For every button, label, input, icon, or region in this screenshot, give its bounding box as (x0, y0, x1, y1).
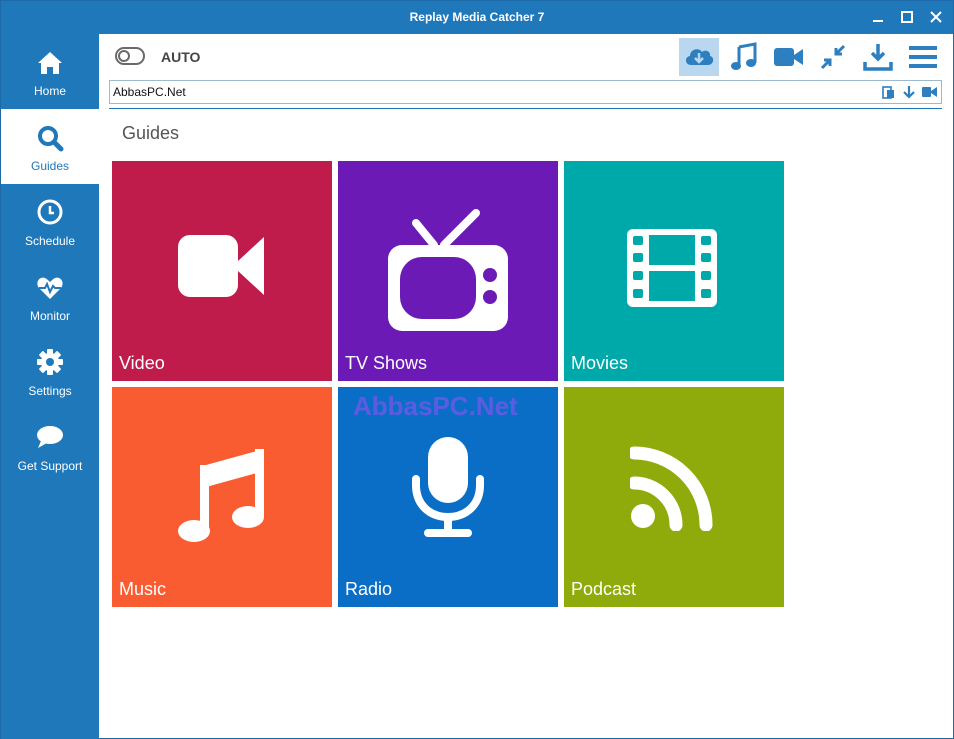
title-bar: Replay Media Catcher 7 (1, 1, 953, 34)
tile-video[interactable]: Video (112, 161, 332, 381)
watermark-text: AbbasPC.Net (353, 391, 518, 421)
sidebar-item-label: Guides (30, 159, 70, 173)
tile-tv-shows[interactable]: TV Shows (338, 161, 558, 381)
sidebar-item-label: Home (33, 84, 66, 98)
tile-music[interactable]: Music (112, 387, 332, 607)
tile-label: Video (119, 353, 165, 373)
window-title: Replay Media Catcher 7 (409, 10, 545, 24)
sidebar-item-label: Get Support (17, 459, 83, 473)
paste-button[interactable] (881, 84, 897, 100)
music-note-icon (731, 42, 757, 70)
sidebar-item-label: Settings (28, 384, 72, 398)
rss-icon (630, 446, 713, 531)
chat-icon (37, 426, 63, 448)
minimize-icon (873, 20, 883, 22)
download-button[interactable] (858, 38, 898, 76)
sidebar-item-label: Monitor (29, 309, 70, 323)
maximize-button[interactable] (894, 5, 920, 29)
clock-icon (37, 199, 63, 225)
tile-label: Music (119, 579, 167, 599)
video-button[interactable] (769, 38, 809, 76)
toolbar: AUTO (99, 34, 953, 79)
video-camera-icon (178, 235, 264, 297)
search-icon (38, 126, 64, 152)
record-video-url-button[interactable] (921, 84, 937, 100)
menu-icon (909, 46, 937, 68)
sidebar-item-settings[interactable]: Settings (1, 334, 99, 409)
film-icon (627, 229, 717, 307)
auto-toggle[interactable] (115, 47, 145, 65)
tile-label: TV Shows (345, 353, 428, 373)
close-button[interactable] (923, 5, 949, 29)
minimize-button[interactable] (865, 5, 891, 29)
download-url-button[interactable] (901, 84, 917, 100)
heartbeat-icon (37, 277, 63, 299)
music-note-icon (178, 449, 264, 542)
compress-icon (820, 44, 846, 70)
arrow-down-icon (903, 86, 915, 99)
download-tray-icon (863, 44, 893, 71)
divider (109, 108, 942, 109)
audio-button[interactable] (724, 38, 764, 76)
close-icon (930, 11, 942, 23)
cloud-download-button[interactable] (679, 38, 719, 76)
tile-movies[interactable]: Movies (564, 161, 784, 381)
toggle-knob (118, 50, 130, 62)
tile-label: Podcast (571, 579, 637, 599)
cloud-download-icon (685, 49, 714, 65)
sidebar-item-monitor[interactable]: Monitor (1, 259, 99, 334)
video-camera-icon (921, 87, 937, 97)
sidebar-item-guides[interactable]: Guides (1, 109, 99, 184)
menu-button[interactable] (903, 38, 943, 76)
maximize-icon (901, 11, 913, 23)
microphone-icon (412, 437, 484, 537)
home-icon (38, 52, 62, 74)
tile-label: Radio (345, 579, 393, 599)
tv-icon (388, 209, 508, 331)
page-title: Guides (122, 123, 180, 143)
compress-button[interactable] (813, 38, 853, 76)
url-bar (109, 80, 942, 104)
sidebar-item-label: Schedule (24, 234, 76, 248)
tile-podcast[interactable]: Podcast (564, 387, 784, 607)
gear-icon (37, 349, 63, 375)
url-input[interactable] (113, 83, 853, 101)
sidebar: Home Guides Schedule Monitor Settings Ge… (1, 34, 99, 739)
video-camera-icon (774, 48, 803, 66)
sidebar-item-schedule[interactable]: Schedule (1, 184, 99, 259)
app-window: Replay Media Catcher 7 Home Guides Sched… (0, 0, 954, 739)
tile-label: Movies (571, 353, 629, 373)
paste-icon (882, 86, 894, 99)
sidebar-item-home[interactable]: Home (1, 34, 99, 109)
auto-label: AUTO (161, 49, 201, 65)
sidebar-item-get-support[interactable]: Get Support (1, 409, 99, 484)
